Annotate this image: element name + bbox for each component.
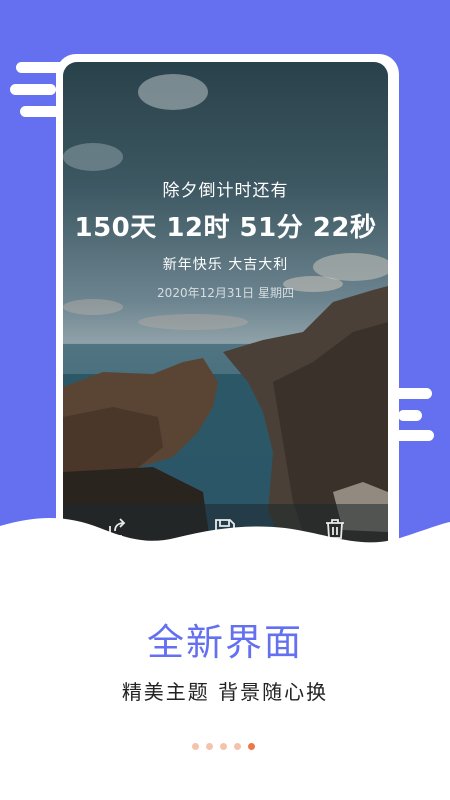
date-text: 2020年12月31日 星期四	[157, 286, 294, 300]
page-dot[interactable]	[206, 743, 213, 750]
pagination-dots	[190, 743, 260, 753]
page-dot[interactable]	[234, 743, 241, 750]
promo-subline: 精美主题 背景随心换	[121, 680, 329, 704]
countdown-title: 除夕倒计时还有	[162, 181, 289, 201]
wave-divider	[0, 517, 450, 562]
phone-screen: 除夕倒计时还有 150天 12时 51分 22秒 新年快乐 大吉大利 2020年…	[63, 62, 388, 562]
promo-headline: 全新界面	[147, 621, 303, 664]
greeting-text: 新年快乐 大吉大利	[162, 257, 289, 273]
page-dot-active[interactable]	[248, 743, 255, 750]
background-photo	[63, 74, 388, 562]
page-dot[interactable]	[220, 743, 227, 750]
page-dot[interactable]	[192, 743, 199, 750]
countdown-value: 150天 12时 51分 22秒	[74, 213, 377, 243]
